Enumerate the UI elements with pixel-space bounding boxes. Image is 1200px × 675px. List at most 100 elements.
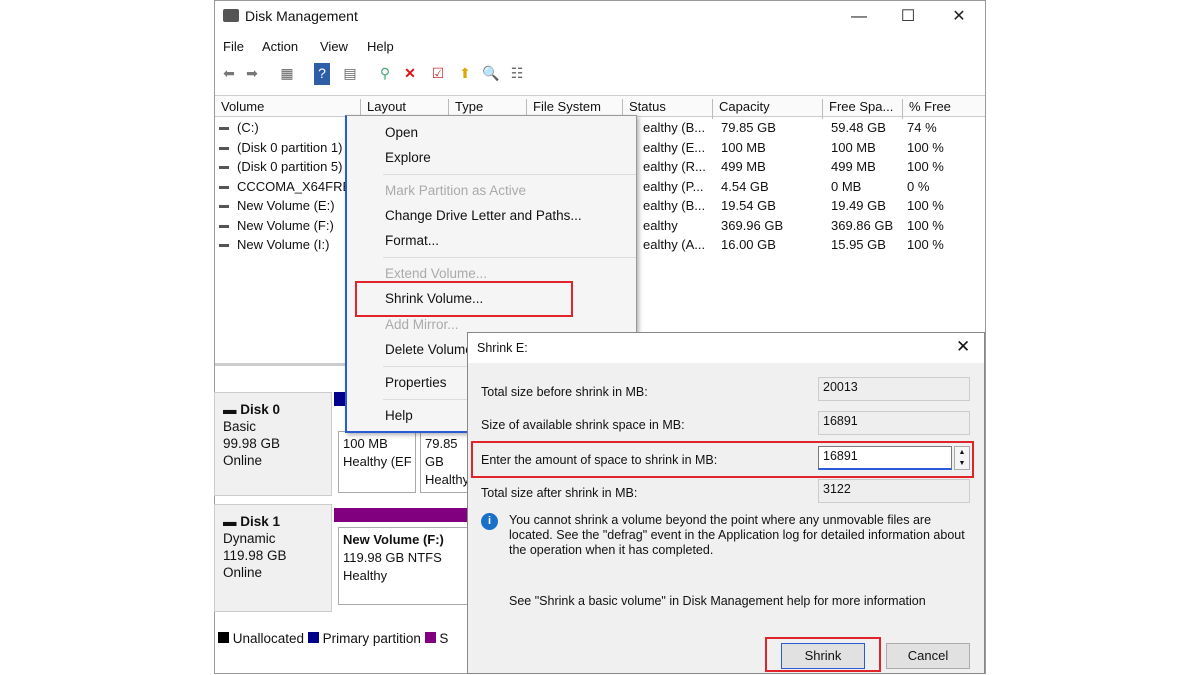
volume-percent-free: 100 % bbox=[907, 159, 944, 174]
volume-percent-free: 100 % bbox=[907, 139, 944, 155]
volume-icon: ▬ bbox=[219, 180, 229, 192]
disk-0-name: ▬ Disk 0 bbox=[223, 402, 281, 417]
separator bbox=[383, 174, 636, 175]
column-capacity[interactable]: Capacity bbox=[713, 99, 823, 119]
disk-1-state: Online bbox=[223, 565, 263, 580]
legend-swatch-spanned bbox=[424, 632, 436, 643]
total-before-label: Total size before shrink in MB: bbox=[481, 385, 648, 399]
menu-view[interactable]: View bbox=[320, 39, 348, 54]
maximize-button[interactable]: ☐ bbox=[888, 5, 928, 29]
volume-capacity: 16.00 GB bbox=[721, 237, 776, 252]
up-icon[interactable]: ⬆ bbox=[455, 63, 475, 85]
volume-list-header: Volume Layout Type File System Status Ca… bbox=[215, 95, 985, 119]
volume-status: ealthy (E... bbox=[643, 139, 706, 155]
volume-free-space: 100 MB bbox=[831, 139, 876, 155]
menu-help[interactable]: Help bbox=[367, 39, 394, 54]
minimize-button[interactable]: — bbox=[839, 5, 879, 29]
volume-icon: ▬ bbox=[219, 219, 229, 231]
console-icon[interactable]: ▤ bbox=[340, 63, 360, 85]
separator bbox=[383, 257, 636, 258]
partition-size: 79.85 GB bbox=[425, 436, 458, 469]
volume-capacity: 19.54 GB bbox=[721, 198, 776, 213]
partition-status: Healthy (EFI bbox=[343, 454, 411, 469]
disk-0-type: Basic bbox=[223, 419, 257, 434]
menu-file[interactable]: File bbox=[223, 39, 244, 54]
legend-unallocated: Unallocated bbox=[232, 631, 305, 646]
column-percent-free[interactable]: % Free bbox=[903, 99, 985, 119]
volume-percent-free: 100 % bbox=[907, 237, 944, 252]
cancel-button[interactable]: Cancel bbox=[886, 643, 970, 669]
volume-name: (Disk 0 partition 1) bbox=[237, 139, 343, 155]
shrink-dialog: Shrink E: ✕ Total size before shrink in … bbox=[467, 332, 985, 674]
list-icon[interactable]: ☷ bbox=[507, 63, 527, 85]
disk-1-name: ▬ Disk 1 bbox=[223, 514, 281, 529]
volume-name: (Disk 0 partition 5) bbox=[237, 159, 343, 174]
column-free-space[interactable]: Free Spa... bbox=[823, 99, 903, 119]
partition-f[interactable]: New Volume (F:) 119.98 GB NTFS Healthy bbox=[338, 527, 468, 605]
dialog-title: Shrink E: bbox=[477, 341, 528, 355]
menu-item-help[interactable]: Help bbox=[385, 408, 413, 423]
menu-item-change-drive-letter[interactable]: Change Drive Letter and Paths... bbox=[385, 208, 582, 223]
highlight-shrink-volume bbox=[355, 281, 573, 317]
volume-icon: ▬ bbox=[219, 141, 229, 153]
volume-free-space: 0 MB bbox=[831, 178, 862, 194]
volume-icon: ▬ bbox=[219, 239, 229, 250]
partition-c[interactable]: 79.85 GB Healthy bbox=[420, 431, 470, 493]
properties-icon[interactable]: ▦ bbox=[277, 63, 297, 85]
delete-icon[interactable]: ✕ bbox=[400, 63, 420, 85]
volume-name: New Volume (F:) bbox=[237, 217, 334, 233]
forward-icon[interactable]: ➡ bbox=[242, 63, 262, 85]
info-text: You cannot shrink a volume beyond the po… bbox=[509, 513, 965, 557]
search-icon[interactable]: 🔍 bbox=[481, 63, 501, 85]
partition-status: Healthy bbox=[425, 472, 470, 487]
check-icon[interactable]: ☑ bbox=[428, 63, 448, 85]
menu-item-format[interactable]: Format... bbox=[385, 233, 439, 248]
legend-spanned: S bbox=[439, 631, 449, 646]
legend: Unallocated Primary partition S bbox=[218, 631, 466, 646]
window-title: Disk Management bbox=[245, 8, 358, 24]
available-value: 16891 bbox=[818, 411, 970, 435]
after-label: Total size after shrink in MB: bbox=[481, 486, 638, 500]
menu-item-extend: Extend Volume... bbox=[385, 266, 488, 281]
spanned-bar bbox=[334, 508, 468, 522]
disk-0-label[interactable]: ▬ Disk 0 Basic 99.98 GB Online bbox=[214, 392, 332, 496]
menu-item-open[interactable]: Open bbox=[385, 125, 418, 140]
partition-status: Healthy bbox=[343, 568, 388, 583]
available-label: Size of available shrink space in MB: bbox=[481, 418, 685, 432]
volume-free-space: 19.49 GB bbox=[831, 198, 886, 213]
volume-status: ealthy (B... bbox=[643, 198, 706, 213]
volume-name: New Volume (E:) bbox=[237, 198, 335, 213]
volume-status: ealthy (R... bbox=[643, 159, 706, 174]
partition-size: 119.98 GB NTFS bbox=[343, 550, 442, 565]
volume-name: New Volume (I:) bbox=[237, 237, 330, 252]
dialog-close-button[interactable]: ✕ bbox=[956, 337, 970, 357]
volume-percent-free: 100 % bbox=[907, 198, 944, 213]
disk-management-icon bbox=[223, 9, 239, 22]
disk-1-name-text: Disk 1 bbox=[240, 514, 281, 529]
column-volume[interactable]: Volume bbox=[215, 99, 361, 119]
disk-1-size: 119.98 GB bbox=[223, 548, 287, 563]
close-button[interactable]: ✕ bbox=[939, 5, 979, 29]
volume-status: ealthy (P... bbox=[643, 178, 704, 194]
help-text[interactable]: See "Shrink a basic volume" in Disk Mana… bbox=[509, 594, 926, 608]
volume-icon: ▬ bbox=[219, 161, 229, 172]
legend-swatch-unallocated bbox=[218, 632, 229, 643]
help-icon[interactable]: ? bbox=[314, 63, 330, 85]
title-bar: Disk Management — ☐ ✕ bbox=[215, 1, 985, 33]
volume-capacity: 4.54 GB bbox=[721, 178, 769, 194]
volume-status: ealthy bbox=[643, 217, 678, 233]
partition-title: New Volume (F:) bbox=[343, 532, 444, 547]
disk-0-state: Online bbox=[223, 453, 263, 468]
menu-item-properties[interactable]: Properties bbox=[385, 375, 447, 390]
back-icon[interactable]: ⬅ bbox=[219, 63, 239, 85]
highlight-shrink-button bbox=[765, 637, 881, 672]
volume-free-space: 499 MB bbox=[831, 159, 876, 174]
menu-item-explore[interactable]: Explore bbox=[385, 150, 431, 165]
partition-efi[interactable]: 100 MB Healthy (EFI bbox=[338, 431, 416, 493]
menu-action[interactable]: Action bbox=[262, 39, 298, 54]
connect-icon[interactable]: ⚲ bbox=[375, 63, 395, 85]
highlight-amount-row bbox=[471, 441, 974, 478]
disk-0-size: 99.98 GB bbox=[223, 436, 281, 451]
disk-1-label[interactable]: ▬ Disk 1 Dynamic 119.98 GB Online bbox=[214, 504, 332, 612]
disk-0-name-text: Disk 0 bbox=[240, 402, 281, 417]
